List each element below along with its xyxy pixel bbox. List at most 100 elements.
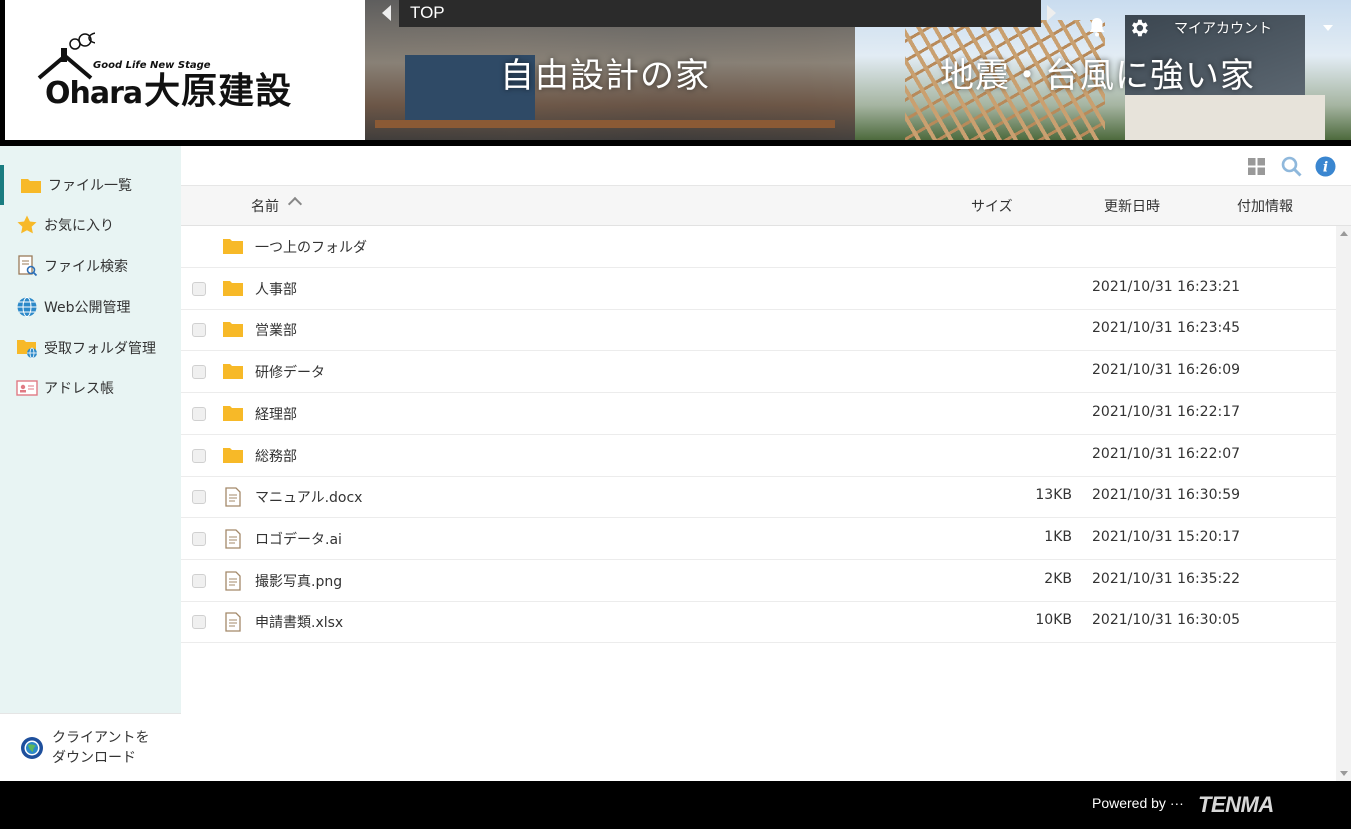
sidebar-item-label: ファイル一覧 (48, 178, 132, 194)
table-row[interactable]: ロゴデータ.ai 1KB 2021/10/31 15:20:17 (181, 518, 1336, 560)
sidebar-item-label: お気に入り (44, 218, 114, 234)
column-size-header[interactable]: サイズ (971, 196, 1013, 216)
globe-icon (16, 296, 38, 318)
file-modified-date: 2021/10/31 16:30:05 (1092, 612, 1241, 629)
file-name[interactable]: ロゴデータ.ai (255, 529, 342, 549)
file-search-icon (16, 255, 38, 277)
row-checkbox[interactable] (192, 490, 206, 505)
logo-jp: 大原建設 (144, 71, 293, 112)
file-name[interactable]: 総務部 (255, 446, 297, 466)
table-row[interactable]: 研修データ 2021/10/31 16:26:09 (181, 351, 1336, 394)
sidebar-item-favorites[interactable]: お気に入り (0, 205, 181, 245)
row-checkbox[interactable] (192, 531, 206, 546)
file-name[interactable]: 一つ上のフォルダ (255, 237, 367, 257)
header: Good Life New Stage Ohara大原建設 自由設計の家 地震・… (0, 0, 1351, 146)
file-list: 一つ上のフォルダ 人事部 2021/10/31 16:23:21 営業部 2021/10… (181, 226, 1336, 781)
table-row[interactable]: 撮影写真.png 2KB 2021/10/31 16:35:22 (181, 560, 1336, 602)
shared-folder-icon (16, 337, 38, 359)
folder-icon (222, 362, 244, 382)
column-modified-header[interactable]: 更新日時 (1104, 196, 1160, 216)
sidebar-item-web-publish[interactable]: Web公開管理 (0, 287, 181, 327)
file-modified-date: 2021/10/31 16:26:09 (1092, 362, 1241, 379)
svg-text:i: i (1323, 160, 1328, 176)
logo-text: Ohara大原建設 (45, 62, 292, 114)
file-size: 1KB (1044, 528, 1072, 545)
file-name[interactable]: マニュアル.docx (255, 487, 362, 507)
table-row[interactable]: 経理部 2021/10/31 16:22:17 (181, 393, 1336, 435)
gear-icon[interactable] (1128, 17, 1150, 39)
powered-by-label: Powered by ··· (1092, 795, 1184, 811)
row-checkbox[interactable] (192, 573, 206, 588)
logo-brand: Ohara (45, 76, 143, 111)
column-extra-header[interactable]: 付加情報 (1237, 196, 1293, 216)
client-download-button[interactable]: クライアントを ダウンロード (0, 713, 181, 781)
breadcrumb[interactable]: TOP (399, 0, 1041, 27)
file-size: 2KB (1044, 570, 1072, 587)
my-account-menu[interactable]: マイアカウント (1174, 18, 1272, 38)
file-modified-date: 2021/10/31 16:30:59 (1092, 487, 1241, 504)
file-icon (222, 570, 244, 591)
table-row[interactable]: 営業部 2021/10/31 16:23:45 (181, 309, 1336, 352)
breadcrumb-next-icon[interactable] (1047, 5, 1056, 21)
client-download-label: クライアントを ダウンロード (52, 730, 150, 766)
bell-icon[interactable] (1088, 17, 1106, 37)
file-modified-date: 2021/10/31 16:35:22 (1092, 570, 1241, 587)
file-modified-date: 2021/10/31 16:22:17 (1092, 403, 1241, 420)
sidebar-item-label: アドレス帳 (44, 381, 114, 397)
table-row[interactable]: 人事部 2021/10/31 16:23:21 (181, 268, 1336, 310)
sidebar-item-label: ファイル検索 (44, 259, 128, 275)
sidebar-item-address-book[interactable]: アドレス帳 (0, 368, 181, 408)
file-name[interactable]: 撮影写真.png (255, 571, 342, 591)
file-name[interactable]: 申請書類.xlsx (255, 612, 343, 632)
parent-folder-row[interactable]: 一つ上のフォルダ (181, 226, 1336, 268)
grid-view-icon[interactable] (1248, 158, 1265, 175)
table-row[interactable]: 申請書類.xlsx 10KB 2021/10/31 16:30:05 (181, 601, 1336, 644)
file-modified-date: 2021/10/31 16:23:21 (1092, 278, 1241, 295)
file-icon (222, 487, 244, 507)
banner-caption-right: 地震・台風に強い家 (940, 56, 1255, 96)
sidebar-item-file-search[interactable]: ファイル検索 (0, 246, 181, 286)
file-name[interactable]: 人事部 (255, 279, 297, 299)
star-icon (16, 214, 38, 236)
row-checkbox[interactable] (192, 323, 206, 338)
file-modified-date: 2021/10/31 16:23:45 (1092, 320, 1241, 337)
client-download-icon (21, 737, 43, 759)
folder-icon (222, 404, 244, 424)
sidebar-item-file-list[interactable]: ファイル一覧 (0, 165, 181, 205)
column-name-header[interactable]: 名前 (251, 196, 279, 216)
row-checkbox[interactable] (192, 448, 206, 463)
folder-icon (222, 320, 244, 340)
table-row[interactable]: 総務部 2021/10/31 16:22:07 (181, 435, 1336, 477)
file-modified-date: 2021/10/31 16:22:07 (1092, 445, 1241, 462)
chevron-down-icon[interactable] (1323, 25, 1333, 31)
vendor-logo: TENMA (1198, 792, 1274, 817)
folder-icon (222, 279, 244, 299)
row-checkbox[interactable] (192, 406, 206, 421)
breadcrumb-prev-icon[interactable] (382, 5, 391, 21)
sidebar-item-label: 受取フォルダ管理 (44, 341, 156, 357)
row-checkbox[interactable] (192, 365, 206, 380)
company-logo[interactable]: Good Life New Stage Ohara大原建設 (5, 0, 365, 140)
info-icon[interactable]: i (1315, 156, 1336, 177)
file-size: 10KB (1035, 612, 1072, 629)
file-icon (222, 529, 244, 549)
row-checkbox[interactable] (192, 281, 206, 296)
folder-icon (222, 446, 244, 466)
row-checkbox[interactable] (192, 615, 206, 630)
file-icon (222, 612, 244, 632)
folder-icon (222, 237, 244, 257)
scroll-down-icon[interactable] (1340, 771, 1348, 776)
scrollbar[interactable] (1336, 226, 1351, 781)
table-row[interactable]: マニュアル.docx 13KB 2021/10/31 16:30:59 (181, 476, 1336, 519)
file-modified-date: 2021/10/31 15:20:17 (1092, 528, 1241, 545)
file-size: 13KB (1035, 487, 1072, 504)
search-icon[interactable] (1281, 156, 1302, 177)
file-name[interactable]: 研修データ (255, 362, 325, 382)
toolbar (181, 146, 1351, 186)
sidebar-item-label: Web公開管理 (44, 300, 131, 316)
file-name[interactable]: 営業部 (255, 320, 297, 340)
sidebar-item-receive-folder[interactable]: 受取フォルダ管理 (0, 328, 181, 368)
file-name[interactable]: 経理部 (255, 404, 297, 424)
scroll-up-icon[interactable] (1340, 231, 1348, 236)
breadcrumb-top[interactable]: TOP (410, 3, 445, 23)
